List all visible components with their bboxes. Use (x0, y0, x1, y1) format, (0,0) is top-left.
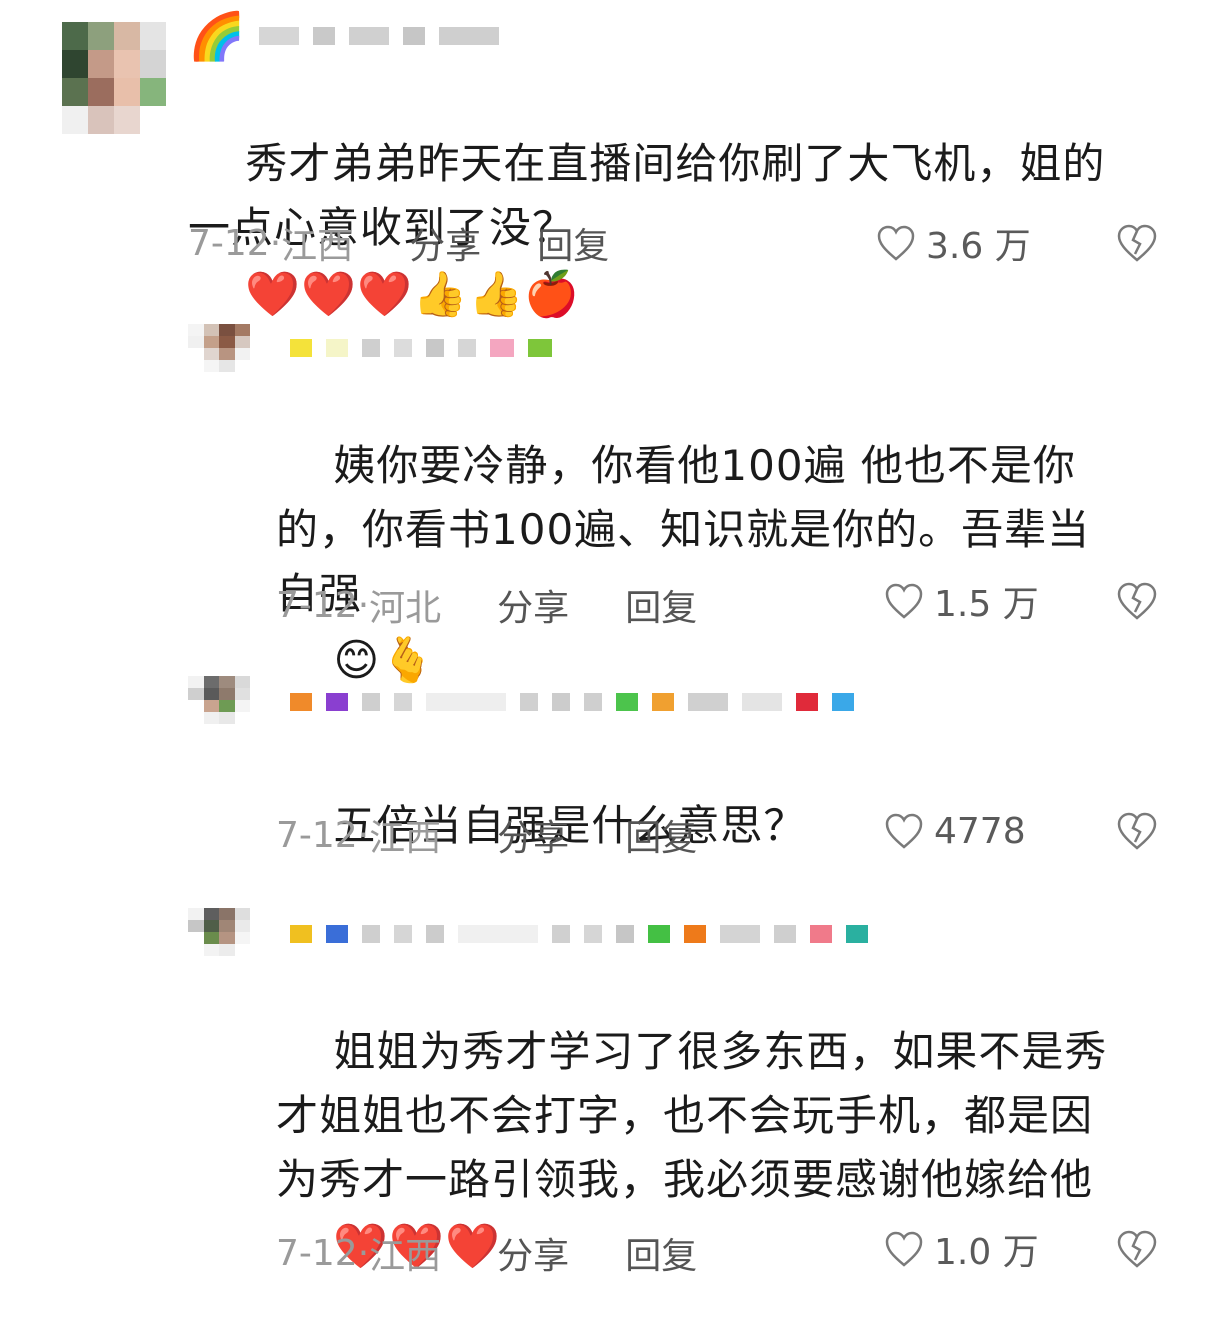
like-button[interactable]: 1.0 万 (884, 1224, 1039, 1274)
reply-button[interactable]: 回复 (625, 579, 697, 631)
like-count: 4778 (934, 810, 1026, 852)
avatar[interactable] (188, 676, 250, 724)
share-button[interactable]: 分享 (497, 579, 569, 631)
share-button[interactable]: 分享 (497, 1227, 569, 1279)
comment-text-content: 姐姐为秀才学习了很多东西，如果不是秀才姐姐也不会打字，也不会玩手机，都是因为秀才… (276, 1027, 1108, 1204)
broken-heart-icon (1116, 223, 1158, 263)
reply-button[interactable]: 回复 (537, 217, 609, 269)
comment-location: 江西 (369, 818, 442, 859)
like-button[interactable]: 4778 (884, 806, 1026, 856)
comment-location: 河北 (369, 588, 442, 629)
heart-outline-icon (876, 224, 916, 262)
like-button[interactable]: 1.5 万 (884, 576, 1039, 626)
dislike-button[interactable] (1116, 576, 1158, 626)
comment-location: 江西 (281, 226, 354, 267)
meta-separator: · (269, 222, 282, 264)
comment-1: 🌈 秀才弟弟昨天在直播间给你刷了大飞机，姐的一点心意收到了没？ ❤️❤️❤️👍👍… (0, 0, 1212, 320)
comment-date: 7-12 (276, 584, 358, 626)
share-button[interactable]: 分享 (409, 217, 481, 269)
meta-separator: · (357, 814, 370, 856)
like-count: 3.6 万 (926, 226, 1031, 267)
broken-heart-icon (1116, 811, 1158, 851)
like-count: 1.0 万 (934, 1232, 1039, 1273)
avatar[interactable] (62, 22, 166, 134)
comment-meta: 7-12 · 河北 分享 回复 (276, 580, 697, 630)
comment-date: 7-12 (188, 222, 270, 264)
comment-2: 姨你要冷静，你看他100遍 他也不是你的，你看书100遍、知识就是你的。吾辈当自… (0, 300, 1212, 686)
dislike-button[interactable] (1116, 806, 1158, 856)
username[interactable] (290, 328, 552, 368)
meta-separator: · (357, 584, 370, 626)
broken-heart-icon (1116, 1229, 1158, 1269)
reply-button[interactable]: 回复 (625, 809, 697, 861)
meta-separator: · (357, 1232, 370, 1274)
like-button[interactable]: 3.6 万 (876, 218, 1031, 268)
broken-heart-icon (1116, 581, 1158, 621)
dislike-button[interactable] (1116, 1224, 1158, 1274)
username[interactable] (290, 682, 854, 722)
heart-outline-icon (884, 1230, 924, 1268)
reply-button[interactable]: 回复 (625, 1227, 697, 1279)
comment-meta: 7-12 · 江西 分享 回复 (276, 1228, 697, 1278)
username[interactable] (290, 914, 868, 954)
dislike-button[interactable] (1116, 218, 1158, 268)
comment-date: 7-12 (276, 1232, 358, 1274)
heart-outline-icon (884, 582, 924, 620)
username[interactable]: 🌈 (188, 9, 500, 63)
comment-4: 姐姐为秀才学习了很多东西，如果不是秀才姐姐也不会打字，也不会玩手机，都是因为秀才… (0, 890, 1212, 1284)
like-count: 1.5 万 (934, 584, 1039, 625)
avatar[interactable] (188, 324, 250, 372)
heart-outline-icon (884, 812, 924, 850)
rainbow-badge-icon: 🌈 (188, 9, 246, 63)
avatar[interactable] (188, 908, 250, 956)
comment-3: 五倍当自强是什么意思？ 7-12 · 江西 分享 回复 4778 (0, 660, 1212, 880)
comment-location: 江西 (369, 1236, 442, 1277)
comment-date: 7-12 (276, 814, 358, 856)
comment-text: 姐姐为秀才学习了很多东西，如果不是秀才姐姐也不会打字，也不会玩手机，都是因为秀才… (276, 956, 1126, 1341)
comment-meta: 7-12 · 江西 分享 回复 (276, 810, 697, 860)
share-button[interactable]: 分享 (497, 809, 569, 861)
comment-meta: 7-12 · 江西 分享 回复 (188, 218, 609, 268)
